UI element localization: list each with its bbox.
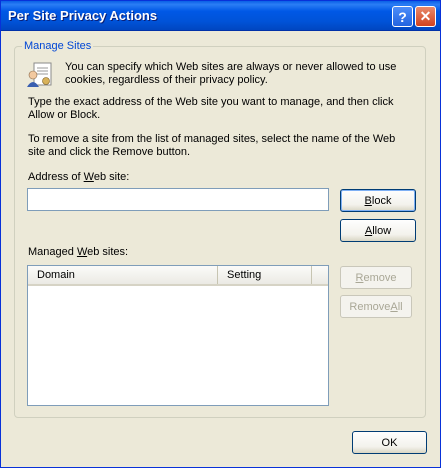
title-bar[interactable]: Per Site Privacy Actions ? ✕ (1, 1, 440, 31)
managed-sites-label: Managed Web sites: (28, 246, 129, 258)
remove-all-button[interactable]: Remove All (340, 295, 412, 318)
address-input[interactable] (27, 188, 329, 211)
column-header-domain[interactable]: Domain (28, 266, 218, 284)
window-title: Per Site Privacy Actions (8, 8, 158, 23)
help-icon: ? (398, 8, 407, 25)
help-button[interactable]: ? (392, 6, 413, 27)
column-header-setting[interactable]: Setting (218, 266, 312, 284)
intro-text: You can specify which Web sites are alwa… (65, 61, 397, 86)
ok-button[interactable]: OK (352, 431, 427, 454)
manage-sites-label: Manage Sites (22, 40, 94, 52)
remove-button[interactable]: Remove (340, 266, 412, 289)
instructions-text: Type the exact address of the Web site y… (28, 96, 394, 121)
close-icon: ✕ (419, 8, 432, 24)
close-button[interactable]: ✕ (415, 6, 436, 27)
privacy-info-icon (27, 62, 52, 87)
allow-button[interactable]: Allow (340, 219, 416, 242)
managed-sites-list[interactable]: Domain Setting (27, 265, 329, 406)
list-header: Domain Setting (28, 266, 328, 286)
address-label: Address of Web site: (28, 171, 130, 183)
block-button[interactable]: Block (340, 189, 416, 212)
remove-instructions-text: To remove a site from the list of manage… (28, 133, 396, 158)
